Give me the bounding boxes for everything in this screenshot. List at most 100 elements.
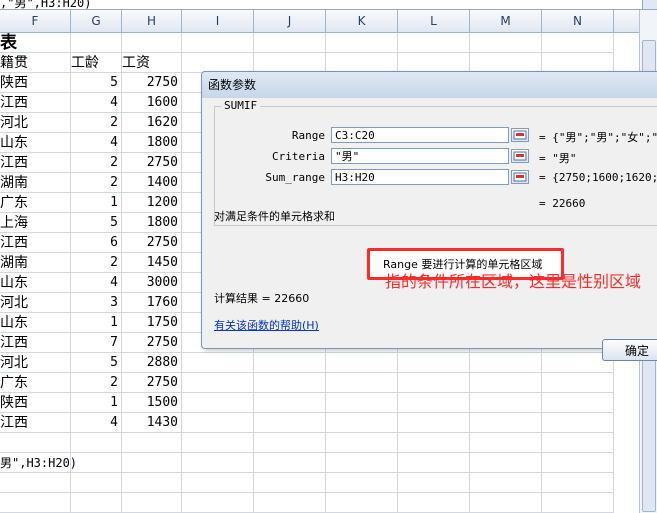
column-header-n[interactable]: N [542, 10, 614, 32]
cell[interactable] [326, 53, 398, 73]
cell[interactable] [470, 453, 542, 473]
column-header-l[interactable]: L [398, 10, 470, 32]
cell[interactable] [542, 373, 614, 393]
place-cell[interactable]: 河北 [0, 293, 71, 313]
cell[interactable] [254, 373, 326, 393]
cell[interactable] [122, 453, 182, 473]
years-cell[interactable]: 4 [71, 273, 122, 293]
range-input[interactable]: C3:C20 [331, 127, 509, 143]
cell[interactable] [71, 33, 122, 53]
cell[interactable] [470, 53, 542, 73]
place-cell[interactable]: 山东 [0, 313, 71, 333]
place-cell[interactable]: 江西 [0, 93, 71, 113]
years-cell[interactable]: 4 [71, 133, 122, 153]
cell[interactable] [0, 493, 71, 513]
dialog-title[interactable]: 函数参数 [202, 72, 657, 98]
cell[interactable] [254, 473, 326, 493]
cell[interactable] [542, 493, 614, 513]
formula-bar-expand-button[interactable] [642, 0, 657, 9]
years-cell[interactable]: 7 [71, 333, 122, 353]
column-header-m[interactable]: M [470, 10, 542, 32]
pay-cell[interactable]: 1450 [122, 253, 182, 273]
pay-cell[interactable]: 1800 [122, 133, 182, 153]
years-cell[interactable]: 3 [71, 293, 122, 313]
cell[interactable] [182, 33, 254, 53]
cell[interactable] [71, 433, 122, 453]
pay-cell[interactable]: 2750 [122, 333, 182, 353]
cell[interactable] [470, 433, 542, 453]
pay-cell[interactable]: 1430 [122, 413, 182, 433]
pay-cell[interactable]: 1620 [122, 113, 182, 133]
place-cell[interactable]: 江西 [0, 413, 71, 433]
years-cell[interactable]: 6 [71, 233, 122, 253]
cell[interactable] [398, 453, 470, 473]
years-cell[interactable]: 2 [71, 373, 122, 393]
cell[interactable] [398, 53, 470, 73]
cell[interactable] [182, 413, 254, 433]
cell[interactable] [326, 433, 398, 453]
cell[interactable] [0, 433, 71, 453]
cell[interactable] [398, 413, 470, 433]
pay-cell[interactable]: 1600 [122, 93, 182, 113]
years-cell[interactable]: 1 [71, 193, 122, 213]
cell[interactable] [71, 453, 122, 473]
column-header-k[interactable]: K [326, 10, 398, 32]
cell[interactable] [254, 33, 326, 53]
place-cell[interactable]: 河北 [0, 353, 71, 373]
place-cell[interactable]: 陕西 [0, 393, 71, 413]
years-cell[interactable]: 4 [71, 413, 122, 433]
cell[interactable] [398, 393, 470, 413]
column-header-h[interactable]: H [122, 10, 182, 32]
place-cell[interactable]: 江西 [0, 233, 71, 253]
column-header-j[interactable]: J [254, 10, 326, 32]
place-cell[interactable]: 江西 [0, 333, 71, 353]
header-cell[interactable]: 籍贯 [0, 53, 71, 73]
cell[interactable] [182, 53, 254, 73]
years-cell[interactable]: 4 [71, 93, 122, 113]
cell[interactable] [326, 33, 398, 53]
cell[interactable] [470, 493, 542, 513]
place-cell[interactable]: 湖南 [0, 253, 71, 273]
pay-cell[interactable]: 2750 [122, 373, 182, 393]
criteria-collapse-button[interactable] [511, 149, 529, 163]
cell[interactable] [122, 493, 182, 513]
header-cell[interactable]: 工资 [122, 53, 182, 73]
cell[interactable] [254, 453, 326, 473]
place-cell[interactable]: 江西 [0, 153, 71, 173]
cell[interactable] [182, 473, 254, 493]
place-cell[interactable]: 山东 [0, 273, 71, 293]
cell[interactable] [470, 393, 542, 413]
cell[interactable] [398, 493, 470, 513]
cell[interactable] [71, 493, 122, 513]
pay-cell[interactable]: 3000 [122, 273, 182, 293]
cell[interactable] [182, 373, 254, 393]
formula-bar[interactable]: ,"男",H3:H20) [0, 0, 657, 10]
place-cell[interactable]: 上海 [0, 213, 71, 233]
cell[interactable] [182, 453, 254, 473]
cell[interactable] [326, 453, 398, 473]
years-cell[interactable]: 2 [71, 153, 122, 173]
cell[interactable] [254, 53, 326, 73]
place-cell[interactable]: 湖南 [0, 173, 71, 193]
place-cell[interactable]: 河北 [0, 113, 71, 133]
pay-cell[interactable]: 1500 [122, 393, 182, 413]
years-cell[interactable]: 5 [71, 213, 122, 233]
range-collapse-button[interactable] [511, 128, 529, 142]
cell[interactable] [542, 393, 614, 413]
cell[interactable] [470, 373, 542, 393]
cell[interactable] [398, 373, 470, 393]
cell[interactable] [326, 393, 398, 413]
pay-cell[interactable]: 1760 [122, 293, 182, 313]
cell[interactable] [542, 453, 614, 473]
criteria-input[interactable]: "男" [331, 148, 509, 164]
pay-cell[interactable]: 2750 [122, 73, 182, 93]
title-cell[interactable]: 表 [0, 33, 71, 53]
column-header-i[interactable]: I [182, 10, 254, 32]
formula-cell[interactable]: 男",H3:H20) [0, 453, 77, 473]
cell[interactable] [542, 433, 614, 453]
cell[interactable] [542, 33, 614, 53]
cell[interactable] [182, 353, 254, 373]
pay-cell[interactable]: 1200 [122, 193, 182, 213]
sum-range-input[interactable]: H3:H20 [331, 169, 509, 185]
column-header-g[interactable]: G [71, 10, 122, 32]
